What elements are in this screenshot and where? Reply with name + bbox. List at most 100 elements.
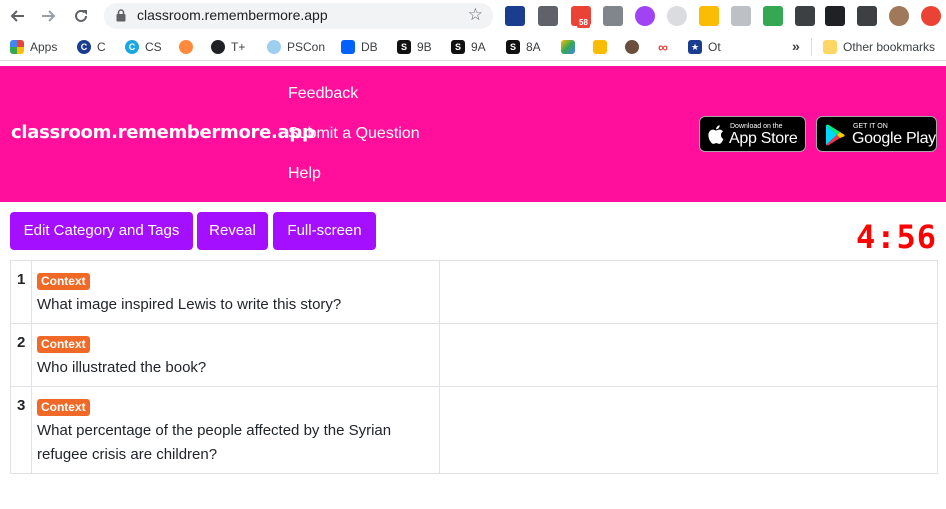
m-extension-icon[interactable] xyxy=(635,6,655,26)
bookmark-label: CS xyxy=(145,40,162,54)
question-text: Who illustrated the book? xyxy=(36,359,207,376)
question-text: What image inspired Lewis to write this … xyxy=(36,296,342,313)
bookmark-c[interactable]: C C xyxy=(77,39,106,55)
thumbs-up-extension-icon[interactable] xyxy=(699,6,719,26)
app-store-small-text: Download on the xyxy=(730,123,783,130)
face-extension-icon[interactable] xyxy=(763,6,783,26)
google-play-icon xyxy=(826,124,845,146)
nav-feedback[interactable]: Feedback xyxy=(288,85,358,103)
bookmark-label: 9A xyxy=(471,40,486,54)
star-shield-icon: ★ xyxy=(688,40,702,54)
reveal-button[interactable]: Reveal xyxy=(197,212,268,250)
category-tag: Context xyxy=(36,273,90,290)
keep-icon xyxy=(593,40,607,54)
bookmark-person[interactable] xyxy=(625,39,645,55)
analytics-extension-icon[interactable] xyxy=(505,6,525,26)
bookmark-label: T+ xyxy=(231,40,246,54)
eyedropper-extension-icon[interactable] xyxy=(795,6,815,26)
bookmark-9b[interactable]: S 9B xyxy=(397,39,432,55)
answer-cell xyxy=(438,260,939,324)
answer-cell xyxy=(438,323,939,387)
profile-avatar[interactable] xyxy=(889,6,909,26)
nav-submit-question[interactable]: Submit a Question xyxy=(288,125,420,143)
browser-toolbar: classroom.remembermore.app ☆ 58 xyxy=(0,0,946,33)
pscon-icon xyxy=(267,40,281,54)
google-play-small-text: GET IT ON xyxy=(853,123,888,130)
square-extension-icon[interactable] xyxy=(825,6,845,26)
bookmark-pscon[interactable]: PSCon xyxy=(267,39,325,55)
bookmarks-bar: Apps C C C CS T+ PSCon DB S 9B S 9A S 8A xyxy=(0,33,946,61)
bookmarks-divider xyxy=(811,38,812,56)
table-row: 1 Context What image inspired Lewis to w… xyxy=(10,260,939,324)
drive-icon xyxy=(561,40,575,54)
bookmark-t-plus[interactable]: T+ xyxy=(211,39,245,55)
bookmark-label: 8A xyxy=(526,40,541,54)
bookmark-star-icon[interactable]: ☆ xyxy=(468,5,483,25)
question-number: 3 xyxy=(10,386,32,474)
more-bookmarks-chevron[interactable]: » xyxy=(792,38,800,54)
puzzle-extension-icon[interactable] xyxy=(857,6,877,26)
question-cell: Context What percentage of the people af… xyxy=(30,386,440,474)
s-icon: S xyxy=(451,40,465,54)
url-text: classroom.remembermore.app xyxy=(137,7,328,23)
bookmark-label: 9B xyxy=(417,40,432,54)
other-bookmarks-label: Other bookmarks xyxy=(843,40,936,54)
bookmark-rocket[interactable] xyxy=(179,39,199,55)
camera-extension-icon[interactable] xyxy=(603,6,623,26)
bookmark-db[interactable]: DB xyxy=(341,39,378,55)
infinity-icon: ∞ xyxy=(658,39,668,55)
bookmark-label: Apps xyxy=(30,40,58,54)
question-text: What percentage of the people affected b… xyxy=(36,422,392,463)
bookmark-keep[interactable] xyxy=(593,39,613,55)
person-icon xyxy=(625,40,639,54)
keep-extension-icon[interactable] xyxy=(538,6,558,26)
forward-icon[interactable] xyxy=(36,4,62,28)
rocket-icon xyxy=(179,40,193,54)
globe-icon xyxy=(211,40,225,54)
bookmark-label: DB xyxy=(361,40,378,54)
home-extension-icon[interactable] xyxy=(731,6,751,26)
reload-icon[interactable] xyxy=(68,4,94,28)
dropbox-icon xyxy=(341,40,355,54)
google-play-big-text: Google Play xyxy=(852,130,936,147)
app-store-big-text: App Store xyxy=(729,130,798,147)
update-icon[interactable] xyxy=(921,6,941,26)
bookmark-infinity[interactable]: ∞ xyxy=(656,39,676,55)
bookmark-drive[interactable] xyxy=(561,39,581,55)
table-row: 3 Context What percentage of the people … xyxy=(10,386,939,474)
s-icon: S xyxy=(397,40,411,54)
folder-icon xyxy=(823,40,837,54)
bookmark-label: C xyxy=(97,40,106,54)
fullscreen-button[interactable]: Full-screen xyxy=(273,212,376,250)
category-tag: Context xyxy=(36,336,90,353)
chat-extension-icon[interactable] xyxy=(667,6,687,26)
cs-icon: C xyxy=(125,40,139,54)
lock-icon xyxy=(116,9,126,22)
bookmark-8a[interactable]: S 8A xyxy=(506,39,541,55)
question-number: 1 xyxy=(10,260,32,324)
table-row: 2 Context Who illustrated the book? xyxy=(10,323,939,387)
nav-help[interactable]: Help xyxy=(288,165,321,183)
google-play-badge[interactable]: GET IT ON Google Play xyxy=(816,116,937,152)
address-bar[interactable]: classroom.remembermore.app ☆ xyxy=(104,3,493,29)
bookmark-label: PSCon xyxy=(287,40,326,54)
edit-category-button[interactable]: Edit Category and Tags xyxy=(10,212,193,250)
other-bookmarks[interactable]: Other bookmarks xyxy=(823,39,935,55)
c-icon: C xyxy=(77,40,91,54)
countdown-timer: 4:56 xyxy=(855,218,937,256)
app-store-badge[interactable]: Download on the App Store xyxy=(699,116,806,152)
questions-table: 1 Context What image inspired Lewis to w… xyxy=(10,260,939,474)
bookmark-label: Ot xyxy=(708,40,721,54)
question-cell: Context What image inspired Lewis to wri… xyxy=(30,260,440,324)
back-icon[interactable] xyxy=(4,4,30,28)
question-number: 2 xyxy=(10,323,32,387)
bookmark-cs[interactable]: C CS xyxy=(125,39,162,55)
answer-cell xyxy=(438,386,939,474)
apple-icon xyxy=(708,125,724,144)
brand-title[interactable]: classroom.remembermore.app xyxy=(11,122,315,143)
bookmark-ot[interactable]: ★ Ot xyxy=(688,39,721,55)
apps-grid-icon xyxy=(10,40,24,54)
app-header: classroom.remembermore.app Feedback Subm… xyxy=(0,66,946,202)
bookmark-apps[interactable]: Apps xyxy=(10,39,57,55)
bookmark-9a[interactable]: S 9A xyxy=(451,39,486,55)
